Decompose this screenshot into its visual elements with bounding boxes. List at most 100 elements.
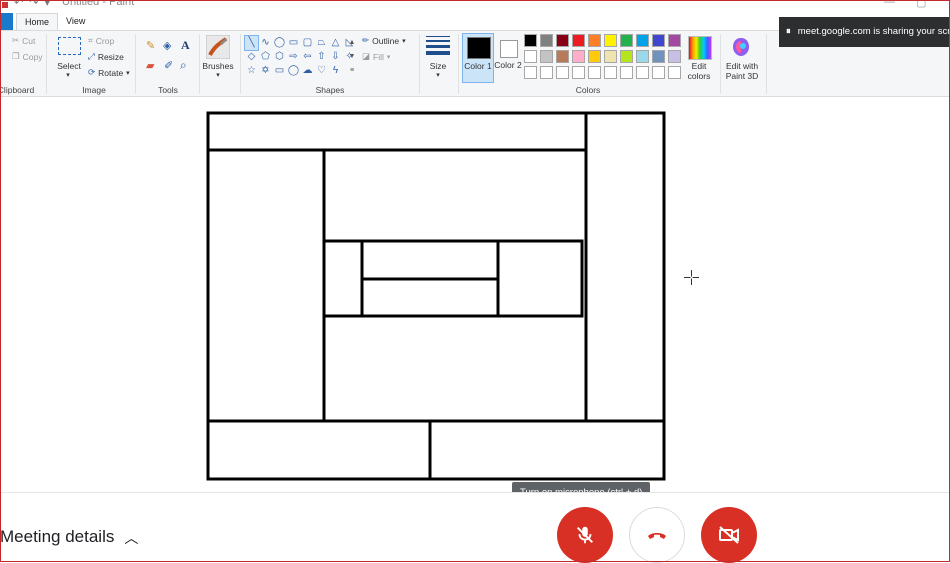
- brushes-button[interactable]: Brushes: [200, 61, 236, 71]
- cut-button[interactable]: ✂ Cut: [12, 35, 35, 46]
- file-tab[interactable]: [0, 13, 13, 30]
- palette-color-swatch[interactable]: [620, 34, 633, 47]
- brushes-dropdown-icon[interactable]: ▾: [213, 71, 223, 81]
- five-point-star-shape-icon[interactable]: ☆: [245, 64, 258, 78]
- palette-color-swatch[interactable]: [620, 50, 633, 63]
- crop-button[interactable]: ⌗ Crop: [88, 35, 114, 46]
- text-tool-icon[interactable]: A: [181, 38, 190, 53]
- left-arrow-shape-icon[interactable]: ⇦: [301, 50, 314, 64]
- resize-button[interactable]: ⤢ Resize: [88, 51, 124, 62]
- oval-shape-icon[interactable]: ◯: [273, 36, 286, 50]
- polygon-shape-icon[interactable]: ⏢: [315, 36, 328, 50]
- size-button[interactable]: Size: [424, 61, 452, 71]
- line-shape-icon[interactable]: ╲: [244, 35, 259, 51]
- palette-color-swatch[interactable]: [588, 66, 601, 79]
- oval-callout-shape-icon[interactable]: ◯: [287, 64, 300, 78]
- palette-color-swatch[interactable]: [540, 50, 553, 63]
- size-dropdown-icon[interactable]: ▾: [433, 71, 443, 81]
- magnifier-icon[interactable]: ⌕: [180, 58, 187, 73]
- undo-icon[interactable]: ↶: [14, 0, 23, 9]
- palette-color-swatch[interactable]: [636, 66, 649, 79]
- palette-color-swatch[interactable]: [604, 66, 617, 79]
- edit-with-paint3d-button[interactable]: Edit with Paint 3D: [722, 61, 762, 81]
- palette-color-swatch[interactable]: [556, 34, 569, 47]
- fill-bucket-icon[interactable]: ◈: [163, 39, 171, 52]
- microphone-toggle-button[interactable]: [557, 507, 613, 563]
- palette-color-swatch[interactable]: [620, 66, 633, 79]
- meeting-details-button[interactable]: Meeting details ︿: [0, 527, 138, 547]
- six-point-star-shape-icon[interactable]: ✡: [259, 64, 272, 78]
- size-icon[interactable]: [426, 36, 450, 58]
- hexagon-shape-icon[interactable]: ⬡: [273, 50, 286, 64]
- share-notification-text: meet.google.com is sharing your screen.: [797, 26, 950, 37]
- leave-call-button[interactable]: [629, 507, 685, 563]
- palette-color-swatch[interactable]: [556, 66, 569, 79]
- rectangle-shape-icon[interactable]: ▭: [287, 36, 300, 50]
- lightning-shape-icon[interactable]: ϟ: [329, 64, 342, 78]
- palette-color-swatch[interactable]: [556, 50, 569, 63]
- palette-color-swatch[interactable]: [524, 50, 537, 63]
- palette-color-swatch[interactable]: [572, 66, 585, 79]
- heart-shape-icon[interactable]: ♡: [315, 64, 328, 78]
- palette-color-swatch[interactable]: [588, 34, 601, 47]
- color1-swatch: [467, 37, 491, 59]
- curve-shape-icon[interactable]: ∿: [259, 36, 272, 50]
- palette-color-swatch[interactable]: [540, 66, 553, 79]
- diamond-shape-icon[interactable]: ◇: [245, 50, 258, 64]
- cloud-callout-shape-icon[interactable]: ☁: [301, 64, 314, 78]
- eraser-icon[interactable]: ▰: [146, 59, 154, 72]
- color-picker-icon[interactable]: ✐: [164, 59, 173, 72]
- camera-toggle-button[interactable]: [701, 507, 757, 563]
- minimize-button[interactable]: —: [884, 0, 895, 8]
- tab-view[interactable]: View: [58, 13, 93, 30]
- customize-qat-icon[interactable]: ▾: [44, 0, 50, 9]
- color-palette[interactable]: [524, 34, 681, 79]
- color2-button[interactable]: Color 2: [494, 37, 522, 81]
- palette-color-swatch[interactable]: [524, 34, 537, 47]
- up-arrow-shape-icon[interactable]: ⇧: [315, 50, 328, 64]
- palette-color-swatch[interactable]: [588, 50, 601, 63]
- palette-color-swatch[interactable]: [604, 50, 617, 63]
- shapes-gallery[interactable]: ╲ ∿ ◯ ▭ ▢ ⏢ △ ◺ ◇ ⬠ ⬡ ⇨ ⇦ ⇧ ⇩ ✧ ☆ ✡ ▭ ◯ …: [244, 35, 354, 80]
- tab-home[interactable]: Home: [16, 13, 59, 31]
- shapes-scroll[interactable]: ▲ ▼ ≡: [348, 36, 356, 80]
- screen-share-notification[interactable]: ⏸ meet.google.com is sharing your screen.: [779, 17, 950, 47]
- palette-color-swatch[interactable]: [652, 34, 665, 47]
- fill-button[interactable]: ◪ Fill ▾: [362, 51, 390, 62]
- palette-color-swatch[interactable]: [572, 50, 585, 63]
- edit-colors-icon[interactable]: [688, 36, 712, 60]
- pentagon-shape-icon[interactable]: ⬠: [259, 50, 272, 64]
- redo-icon[interactable]: ↷: [29, 0, 38, 9]
- rounded-rectangle-shape-icon[interactable]: ▢: [301, 36, 314, 50]
- brushes-icon[interactable]: [206, 35, 230, 59]
- select-icon[interactable]: [58, 37, 81, 55]
- rotate-button[interactable]: ⟳ Rotate ▾: [88, 67, 130, 78]
- palette-color-swatch[interactable]: [572, 34, 585, 47]
- palette-color-swatch[interactable]: [636, 34, 649, 47]
- down-arrow-shape-icon[interactable]: ⇩: [329, 50, 342, 64]
- divider: [766, 34, 767, 94]
- palette-color-swatch[interactable]: [668, 34, 681, 47]
- drawn-rectangles[interactable]: [206, 111, 668, 483]
- pause-icon[interactable]: ⏸: [786, 17, 792, 47]
- paint3d-icon[interactable]: [732, 37, 750, 57]
- palette-color-swatch[interactable]: [652, 50, 665, 63]
- palette-color-swatch[interactable]: [604, 34, 617, 47]
- outline-button[interactable]: ✏ Outline ▾: [362, 35, 406, 46]
- rounded-callout-shape-icon[interactable]: ▭: [273, 64, 286, 78]
- palette-color-swatch[interactable]: [540, 34, 553, 47]
- color1-button[interactable]: Color 1: [462, 33, 494, 83]
- copy-label: Copy: [22, 51, 43, 62]
- crosshair-cursor-icon: [684, 270, 699, 285]
- right-arrow-shape-icon[interactable]: ⇨: [287, 50, 300, 64]
- palette-color-swatch[interactable]: [524, 66, 537, 79]
- palette-color-swatch[interactable]: [636, 50, 649, 63]
- copy-button[interactable]: ❐ Copy: [12, 51, 42, 62]
- edit-colors-button[interactable]: Edit colors: [680, 61, 718, 81]
- triangle-shape-icon[interactable]: △: [329, 36, 342, 50]
- palette-color-swatch[interactable]: [652, 66, 665, 79]
- select-dropdown-icon[interactable]: ▾: [63, 71, 73, 81]
- select-button[interactable]: Select: [54, 61, 84, 71]
- maximize-button[interactable]: ▢: [916, 0, 926, 9]
- pencil-icon[interactable]: ✎: [146, 39, 155, 52]
